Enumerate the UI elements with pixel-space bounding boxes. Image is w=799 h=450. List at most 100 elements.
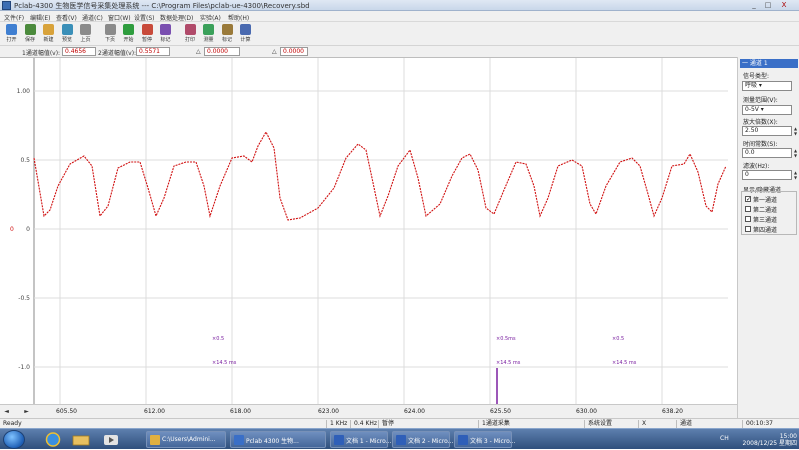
taskbar-item[interactable]: C:\Users\Admini... [146,431,226,448]
toolbar-button-label: 计算 [240,37,251,43]
taskbar-item[interactable]: Pclab 4300 生物... [230,431,326,448]
channel-settings-panel: 一 通道 1 信号类型: 呼吸 ▾ 测量范围(V): 0-5V ▾ 放大倍数(X… [737,57,799,418]
taskbar-item[interactable]: 文档 1 - Micro... [330,431,392,448]
menu-bar: 文件(F) 编辑(E) 查看(V) 通道(C) 窗口(W) 设置(S) 数据处理… [0,11,799,22]
status-x: X [638,420,646,428]
taskbar-item-label: 文档 2 - Micro... [408,438,454,445]
close-button[interactable]: X [778,1,790,10]
channel-3-checkbox[interactable] [745,216,751,222]
menu-experiment[interactable]: 实验(A) [200,13,221,22]
taskbar-item[interactable]: 文档 3 - Micro... [454,431,516,448]
window-title: Pclab-4300 生物医学信号采集处理系统 --- C:\Program F… [14,2,310,10]
status-clock: 00:10:37 [742,420,773,428]
waveform-svg: 1.00 0.5 0 -0.5 -1.0 0 ×0.5 ×14.5 ms ×0.5ms ×14.5… [0,58,737,408]
mark-icon [160,24,171,35]
filter-spinner[interactable]: ▲ ▼ [793,170,798,180]
x-axis-row: ◄ ► 605.50 612.00 618.00 623.00 624.00 6… [0,404,737,418]
menu-channel[interactable]: 通道(C) [82,13,103,22]
scroll-right-button[interactable]: ► [22,407,31,416]
toolbar-button-3[interactable]: 预览 [60,23,75,45]
channel-panel-header[interactable]: 一 通道 1 [740,59,798,68]
channel-1-label: 第一通道 [753,197,778,204]
prev-page-icon [80,24,91,35]
range-select[interactable]: 0-5V ▾ [742,105,792,115]
menu-data[interactable]: 数据处理(D) [160,13,193,22]
menu-help[interactable]: 帮助(H) [228,13,249,22]
open-icon [6,24,17,35]
toolbar-button-0[interactable]: 打开 [4,23,19,45]
sample-amp-field[interactable]: 0.5571 [136,47,170,56]
explorer-pinned-icon[interactable] [70,431,92,448]
delta-1-field[interactable]: 0.0000 [204,47,240,56]
app-icon [2,1,11,10]
toolbar-button-7[interactable]: 暂停 [140,23,155,45]
toolbar-button-12[interactable]: 计算 [238,23,253,45]
x-tick: 623.00 [318,408,339,415]
toolbar-button-4[interactable]: 上页 [78,23,93,45]
minimize-button[interactable]: _ [748,1,760,10]
taskbar-item-label: 文档 3 - Micro... [470,438,516,445]
menu-view[interactable]: 查看(V) [56,13,77,22]
toolbar-button-6[interactable]: 开始 [121,23,136,45]
status-rate-2: 0.4 KHz [350,420,377,428]
media-pinned-icon[interactable] [100,431,122,448]
toolbar-button-10[interactable]: 测量 [201,23,216,45]
status-state: 暂停 [378,420,394,428]
delta-1-label: △ [196,48,201,55]
menu-window[interactable]: 窗口(W) [108,13,131,22]
menu-settings[interactable]: 设置(S) [134,13,155,22]
gain-label: 放大倍数(X): [743,119,778,126]
channel-4-checkbox[interactable] [745,226,751,232]
signal-type-label: 信号类型: [743,73,770,80]
channel-4-label: 第四通道 [753,227,778,234]
toolbar-button-2[interactable]: 新建 [41,23,56,45]
ie-pinned-icon[interactable] [42,431,64,448]
menu-edit[interactable]: 编辑(E) [30,13,50,22]
x-tick: 638.20 [662,408,683,415]
filter-field[interactable]: 0 [742,170,792,180]
gain-field[interactable]: 2.50 [742,126,792,136]
plot-background [0,58,737,408]
channel-1-checkbox[interactable]: ✓ [745,196,751,203]
toolbar-button-11[interactable]: 标记 [220,23,235,45]
gain-spinner[interactable]: ▲ ▼ [793,126,798,136]
range-label: 测量范围(V): [743,97,778,104]
status-acquire: 1通道采集 [478,420,510,428]
toolbar-button-5[interactable]: 下页 [103,23,118,45]
taskbar-item-label: 文档 1 - Micro... [346,438,392,445]
time-const-spinner[interactable]: ▲ ▼ [793,148,798,158]
next-page-icon [104,24,116,35]
x-tick: 625.50 [490,408,511,415]
toolbar-button-label: 上页 [80,37,91,43]
calc-icon [240,24,251,35]
signal-type-select[interactable]: 呼吸 ▾ [742,81,792,91]
channel-amp-field[interactable]: 0.4656 [62,47,96,56]
scroll-left-button[interactable]: ◄ [2,407,11,416]
language-indicator[interactable]: CH [720,435,729,442]
status-channel: 通道 [676,420,692,428]
x-tick: 630.00 [576,408,597,415]
channel-amp-label: 1通道幅值(v): [22,50,61,57]
waveform-plot[interactable]: 1.00 0.5 0 -0.5 -1.0 0 ×0.5 ×14.5 ms ×0.5ms ×14.5… [0,57,737,408]
event-marker-bottom: ×14.5 ms [496,360,521,366]
menu-file[interactable]: 文件(F) [4,13,24,22]
event-marker-bottom: ×14.5 ms [612,360,637,366]
start-button[interactable] [3,430,25,449]
x-tick: 612.00 [144,408,165,415]
time-const-field[interactable]: 0.0 [742,148,792,158]
maximize-button[interactable]: □ [762,1,774,10]
toolbar-button-9[interactable]: 打印 [183,23,198,45]
taskbar-item[interactable]: 文档 2 - Micro... [392,431,454,448]
delta-2-label: △ [272,48,277,55]
y-tick-label: 1.00 [17,88,31,95]
toolbar-button-8[interactable]: 标记 [158,23,173,45]
system-tray: CH 15:00 2008/12/25 星期四 [720,431,799,448]
toolbar: 打开 保存 新建 预览 上页 下页 开始 暂停 标记 打印 测量 标记 计算 [0,22,799,46]
taskbar-clock[interactable]: 15:00 2008/12/25 星期四 [743,433,798,447]
delta-2-field[interactable]: 0.0000 [280,47,308,56]
channel-2-checkbox[interactable] [745,206,751,212]
channel-2-label: 第二通道 [753,207,778,214]
time-const-label: 时间常数(S): [743,141,778,148]
x-tick: 605.50 [56,408,77,415]
toolbar-button-1[interactable]: 保存 [23,23,38,45]
